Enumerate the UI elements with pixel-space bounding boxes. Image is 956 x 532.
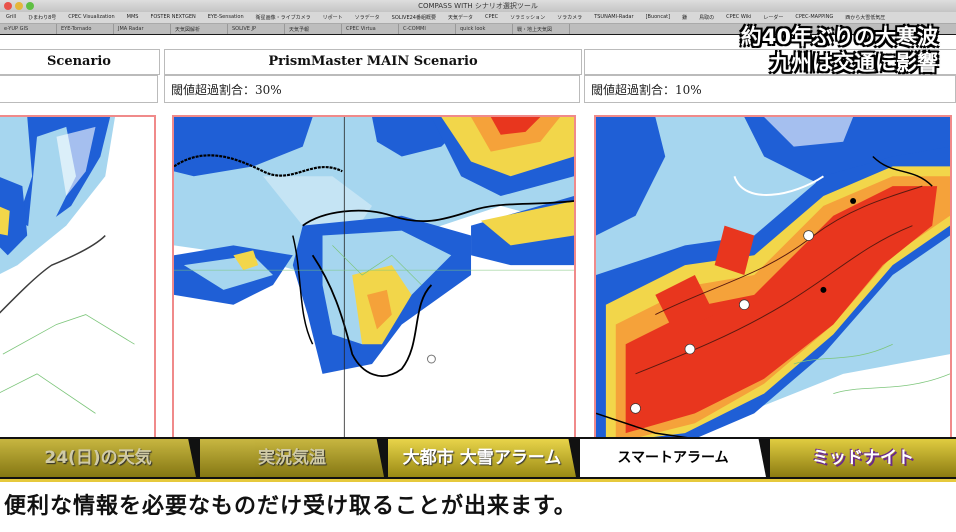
- browser-tab[interactable]: 天気図解析: [171, 24, 228, 34]
- scenario-heading-2: PrismMaster MAIN Scenario: [164, 49, 582, 75]
- snow-map-center-graphic: [174, 117, 574, 437]
- scenario-heading-1: Scenario: [0, 49, 160, 75]
- subtitle-bar: 便利な情報を必要なものだけ受け取ることが出来ます。: [0, 479, 956, 532]
- bookmark-item[interactable]: CPEC Visualization: [62, 12, 120, 23]
- menu-item-weather[interactable]: 24(日)の天気: [0, 439, 196, 477]
- bookmark-item[interactable]: 西から大雪低気圧: [839, 12, 891, 23]
- snow-map-left-graphic: [0, 117, 154, 437]
- bookmark-item[interactable]: CPEC-MAPPING: [789, 12, 839, 23]
- menu-item-smart-alarm[interactable]: スマートアラーム: [580, 439, 766, 477]
- snow-map-right: [594, 115, 952, 437]
- news-caption: 約40年ぶりの大寒波 九州は交通に影響: [741, 24, 938, 76]
- program-menu-bar: 24(日)の天気 実況気温 大都市 大雪アラーム スマートアラーム ミッドナイト: [0, 437, 956, 479]
- bookmark-item[interactable]: Grill: [0, 12, 22, 23]
- threshold-ratio-1: [0, 75, 158, 103]
- subtitle-text: 便利な情報を必要なものだけ受け取ることが出来ます。: [4, 494, 577, 519]
- browser-tab[interactable]: EYE-Tornado: [57, 24, 114, 34]
- snow-map-left: [0, 115, 156, 437]
- browser-tab[interactable]: quick look: [456, 24, 513, 34]
- bookmark-item[interactable]: ひまわり8号: [22, 12, 62, 23]
- menu-item-temperature[interactable]: 実況気温: [200, 439, 384, 477]
- bookmark-item[interactable]: SOLIVE24番組概要: [386, 12, 442, 23]
- bookmark-item[interactable]: ソラカメラ: [551, 12, 588, 23]
- program-logo: ミッドナイト: [770, 439, 956, 477]
- news-headline: 約40年ぶりの大寒波: [740, 25, 938, 49]
- window-title: COMPASS WITH シナリオ選択ツール: [418, 2, 538, 10]
- window-titlebar: COMPASS WITH シナリオ選択ツール: [0, 0, 956, 12]
- browser-tab[interactable]: C-COMMI: [399, 24, 456, 34]
- bookmark-item[interactable]: CPEC Wiki: [720, 12, 757, 23]
- browser-tab[interactable]: 天気予報: [285, 24, 342, 34]
- bookmark-item[interactable]: 鳥取の: [693, 12, 720, 23]
- bookmark-item[interactable]: 鎌: [676, 12, 693, 23]
- browser-tab[interactable]: JMA Radar: [114, 24, 171, 34]
- bookmarks-bar: Grill ひまわり8号 CPEC Visualization MMS FOSTER N…: [0, 12, 956, 24]
- menu-item-snow-alarm[interactable]: 大都市 大雪アラーム: [388, 439, 576, 477]
- snow-map-center: [172, 115, 576, 437]
- bookmark-item[interactable]: EYE-Sensation: [202, 12, 250, 23]
- bookmark-item[interactable]: TSUNAMI-Radar: [588, 12, 639, 23]
- bookmark-item[interactable]: リポート: [317, 12, 349, 23]
- news-subheadline: 九州は交通に影響: [770, 51, 938, 75]
- bookmark-item[interactable]: 天気データ: [442, 12, 479, 23]
- threshold-ratio-2: 閾値超過割合：30%: [164, 75, 580, 103]
- bookmark-item[interactable]: MMS: [121, 12, 145, 23]
- snow-map-right-graphic: [596, 117, 950, 437]
- bookmark-item[interactable]: FOSTER NEXTGEN: [144, 12, 201, 23]
- scenario-page: Scenario PrismMaster MAIN Scenario 閾値超過割…: [0, 35, 956, 437]
- browser-tab[interactable]: SOLIVE JP: [228, 24, 285, 34]
- browser-tab[interactable]: 戦・地上天気図: [513, 24, 570, 34]
- threshold-ratio-3: 閾値超過割合：10%: [584, 75, 956, 103]
- bookmark-item[interactable]: CPEC: [479, 12, 504, 23]
- browser-tab[interactable]: CPEC Virtua: [342, 24, 399, 34]
- browser-tab[interactable]: e-YUP GIS: [0, 24, 57, 34]
- bookmark-item[interactable]: 衛星画像・ライブカメラ: [250, 12, 317, 23]
- bookmark-item[interactable]: ソラデータ: [349, 12, 386, 23]
- bookmark-item[interactable]: ソラミッション: [504, 12, 551, 23]
- bookmark-item[interactable]: レーダー: [757, 12, 789, 23]
- bookmark-item[interactable]: [Buoncat]: [640, 12, 677, 23]
